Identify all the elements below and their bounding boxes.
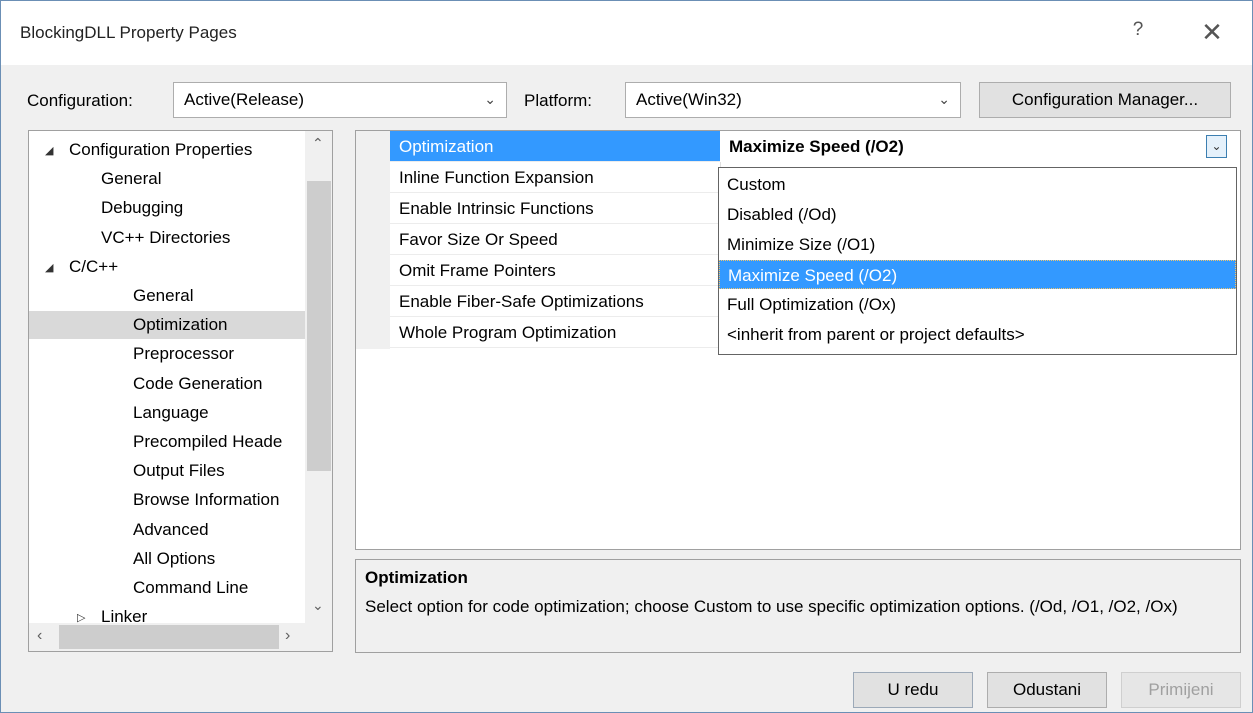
platform-value: Active(Win32) <box>636 90 742 109</box>
optimization-value-field[interactable]: Maximize Speed (/O2) <box>720 131 1240 162</box>
configuration-manager-button[interactable]: Configuration Manager... <box>979 82 1231 118</box>
tree-item-label: General <box>101 169 162 189</box>
dropdown-option[interactable]: Full Optimization (/Ox) <box>719 290 1236 319</box>
scroll-up-icon[interactable]: ⌃ <box>312 135 324 152</box>
tree-item[interactable]: Preprocessor <box>29 340 305 368</box>
close-button[interactable]: ✕ <box>1194 17 1230 51</box>
property-name: Omit Frame Pointers <box>399 261 556 280</box>
tree-item-label: C/C++ <box>69 256 119 276</box>
property-pages-dialog: BlockingDLL Property Pages ? ✕ Configura… <box>0 0 1253 713</box>
tree-item-label: All Options <box>133 548 216 568</box>
dropdown-option[interactable]: Minimize Size (/O1) <box>719 230 1236 259</box>
chevron-down-icon: ⌄ <box>484 91 496 107</box>
property-name: Favor Size Or Speed <box>399 230 558 249</box>
tree-item[interactable]: All Options <box>29 545 305 573</box>
tree-item[interactable]: Code Generation <box>29 370 305 398</box>
dropdown-option[interactable]: Disabled (/Od) <box>719 200 1236 229</box>
property-row[interactable]: Inline Function Expansion <box>390 162 720 193</box>
tree-item[interactable]: Debugging <box>29 194 305 222</box>
expanded-triangle-icon[interactable]: ◢ <box>45 254 53 282</box>
tree-item-label: Debugging <box>101 198 184 218</box>
tree-item-label: Output Files <box>133 461 225 481</box>
tree-item-label: Code Generation <box>133 373 263 393</box>
configuration-value: Active(Release) <box>184 90 304 109</box>
tree-item[interactable]: Language <box>29 399 305 427</box>
scroll-down-icon[interactable]: ⌄ <box>312 597 324 614</box>
dropdown-toggle-button[interactable]: ⌄ <box>1206 135 1227 158</box>
tree-item-label: Command Line <box>133 578 249 597</box>
scroll-left-icon[interactable]: ‹ <box>37 627 42 645</box>
property-tree: ◢ Configuration Properties General Debuggin… <box>28 130 333 652</box>
dropdown-option[interactable]: <inherit from parent or project defaults… <box>719 320 1236 349</box>
tree-item[interactable]: Command Line <box>29 574 305 602</box>
tree-item[interactable]: Output Files <box>29 457 305 485</box>
optimization-dropdown-list: Custom Disabled (/Od) Minimize Size (/O1) M… <box>718 167 1237 355</box>
property-name: Inline Function Expansion <box>399 168 594 187</box>
window-title: BlockingDLL Property Pages <box>20 23 237 42</box>
property-row[interactable]: Optimization <box>390 131 720 162</box>
dropdown-option[interactable]: Custom <box>719 170 1236 199</box>
property-name: Whole Program Optimization <box>399 323 617 342</box>
optimization-value: Maximize Speed (/O2) <box>729 137 904 156</box>
scrollbar-thumb[interactable] <box>59 625 279 649</box>
description-text: Select option for code optimization; cho… <box>365 597 1178 616</box>
chevron-down-icon: ⌄ <box>1211 139 1222 153</box>
tree-item[interactable]: Precompiled Heade <box>29 428 305 456</box>
expanded-triangle-icon[interactable]: ◢ <box>45 137 53 165</box>
tree-item[interactable]: General <box>29 282 305 310</box>
property-row[interactable]: Whole Program Optimization <box>390 317 720 348</box>
description-title: Optimization <box>365 568 468 587</box>
description-panel: Optimization Select option for code opti… <box>355 559 1241 653</box>
tree-item-label: Configuration Properties <box>69 140 253 159</box>
tree-item-label: Advanced <box>133 519 209 539</box>
tree-item[interactable]: Browse Information <box>29 486 305 514</box>
chevron-down-icon: ⌄ <box>938 91 950 107</box>
tree-item-label: VC++ Directories <box>101 227 231 247</box>
configuration-combo[interactable]: Active(Release) ⌄ <box>173 82 507 118</box>
cancel-button[interactable]: Odustani <box>987 672 1107 708</box>
title-bar: BlockingDLL Property Pages ? ✕ <box>1 1 1252 65</box>
platform-combo[interactable]: Active(Win32) ⌄ <box>625 82 961 118</box>
configuration-label: Configuration: <box>27 91 133 110</box>
tree-item-label: Browse Information <box>133 490 280 510</box>
tree-item-label: Optimization <box>133 315 228 335</box>
tree-item[interactable]: Advanced <box>29 516 305 544</box>
tree-item[interactable]: General <box>29 165 305 193</box>
dropdown-option[interactable]: Maximize Speed (/O2) <box>719 260 1236 289</box>
property-name: Optimization <box>399 137 494 156</box>
tree-item[interactable]: Optimization <box>29 311 305 340</box>
tree-item-label: Precompiled Heade <box>133 432 283 451</box>
property-row[interactable]: Favor Size Or Speed <box>390 224 720 255</box>
scroll-right-icon[interactable]: › <box>285 627 290 645</box>
tree-item[interactable]: VC++ Directories <box>29 224 305 252</box>
ok-button[interactable]: U redu <box>853 672 973 708</box>
property-name: Enable Fiber-Safe Optimizations <box>399 292 644 311</box>
property-row[interactable]: Enable Fiber-Safe Optimizations <box>390 286 720 317</box>
property-row[interactable]: Enable Intrinsic Functions <box>390 193 720 224</box>
tree-item-label: General <box>133 286 194 305</box>
tree-item-label: Preprocessor <box>133 344 235 364</box>
grid-gutter <box>356 131 390 349</box>
tree-vertical-scrollbar[interactable]: ⌃ ⌄ <box>305 131 332 623</box>
platform-label: Platform: <box>524 91 593 110</box>
property-row[interactable]: Omit Frame Pointers <box>390 255 720 286</box>
tree-horizontal-scrollbar[interactable]: ‹ › <box>29 623 332 651</box>
tree-item[interactable]: ◢ Configuration Properties <box>29 136 305 164</box>
property-name: Enable Intrinsic Functions <box>399 199 594 218</box>
apply-button[interactable]: Primijeni <box>1121 672 1241 708</box>
scrollbar-thumb[interactable] <box>307 181 331 471</box>
help-button[interactable]: ? <box>1123 19 1153 49</box>
tree-item[interactable]: ◢ C/C++ <box>29 253 305 281</box>
tree-item-label: Language <box>133 402 209 422</box>
